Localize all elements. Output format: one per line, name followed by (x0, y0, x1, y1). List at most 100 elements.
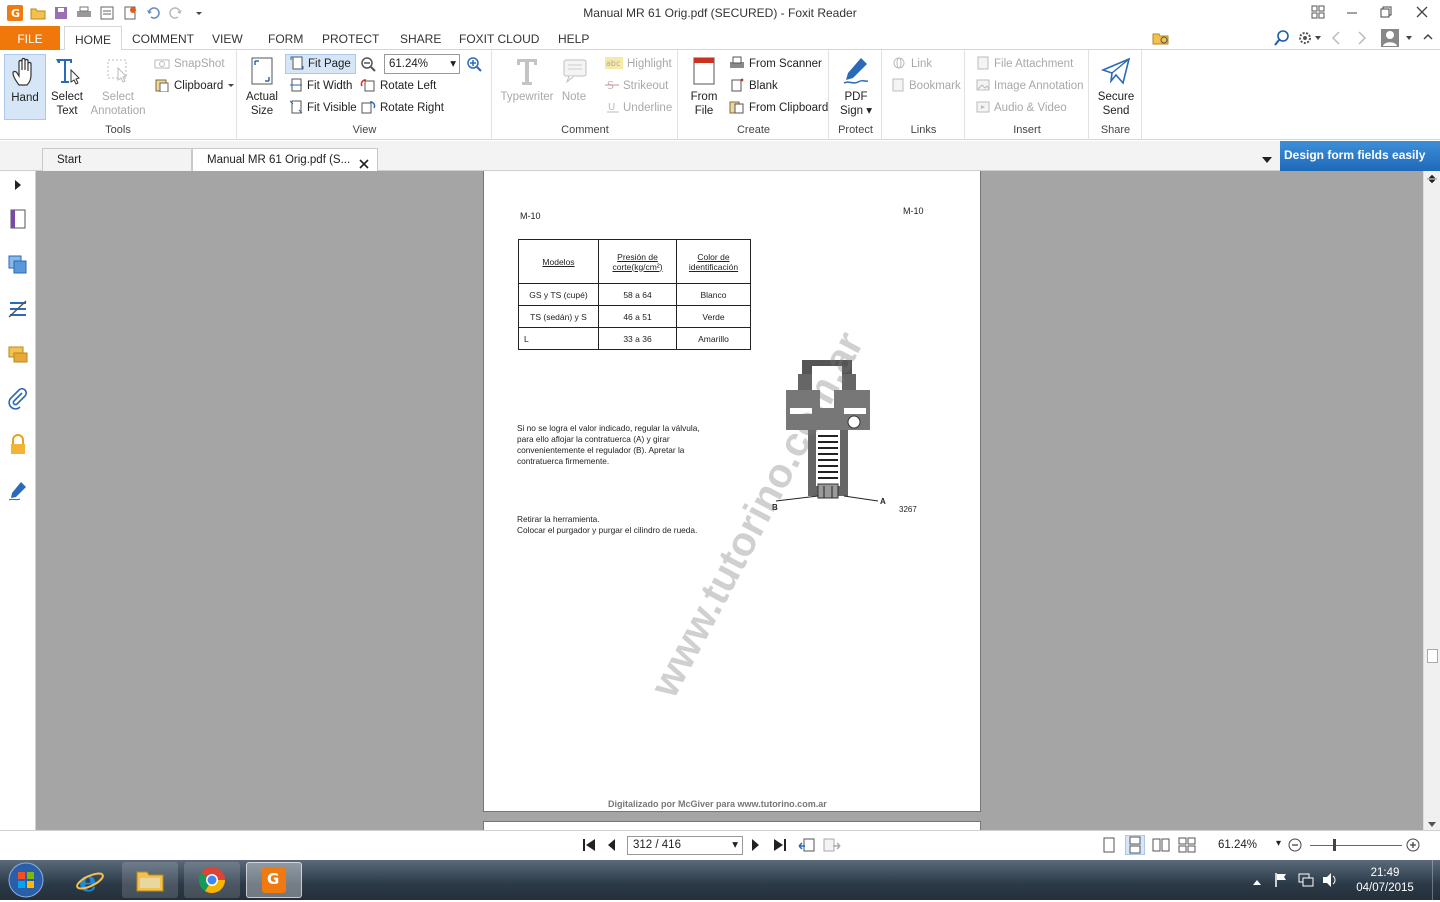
zoom-slider-thumb[interactable] (1333, 839, 1336, 851)
settings-gear-icon[interactable] (1298, 30, 1322, 49)
rotate-left-label: Rotate Left (380, 80, 437, 92)
volume-icon[interactable] (1322, 872, 1338, 891)
rotate-right-button[interactable]: Rotate Right (360, 98, 444, 118)
expand-panel-icon[interactable] (6, 173, 30, 197)
page-number-input[interactable]: 312 / 416 ▾ (627, 836, 743, 855)
audio-video-button[interactable]: Audio & Video (976, 98, 1067, 118)
tab-view[interactable]: VIEW (202, 26, 253, 50)
scroll-down-icon[interactable] (1428, 817, 1436, 831)
next-result-icon[interactable] (1356, 30, 1368, 49)
close-button[interactable] (1406, 2, 1438, 22)
scrollbar-thumb[interactable] (1427, 649, 1438, 663)
pdf-sign-button[interactable]: PDF Sign ▾ (836, 54, 876, 118)
strikeout-button[interactable]: S Strikeout (605, 76, 668, 96)
facing-page-icon[interactable] (1152, 837, 1170, 856)
from-scanner-button[interactable]: From Scanner (729, 54, 822, 74)
show-hidden-icons-icon[interactable] (1252, 875, 1262, 889)
blank-button[interactable]: Blank (729, 76, 778, 96)
typewriter-button[interactable]: Typewriter (499, 54, 555, 104)
highlight-button[interactable]: abc Highlight (605, 54, 672, 74)
next-page-icon[interactable] (750, 838, 760, 855)
restore-button[interactable] (1370, 2, 1402, 22)
zoom-percentage-dropdown-icon[interactable]: ▾ (1276, 838, 1281, 849)
last-page-icon[interactable] (773, 838, 787, 855)
next-view-icon[interactable] (823, 837, 841, 856)
select-text-label-2: Text (56, 105, 78, 117)
secure-send-button[interactable]: Secure Send (1094, 54, 1138, 118)
group-create: From File From Scanner Blank From Clipbo… (679, 50, 829, 140)
collapse-ribbon-icon[interactable] (1422, 31, 1434, 46)
actual-size-button[interactable]: Actual Size (244, 54, 280, 118)
ribbon-display-icon[interactable] (1302, 2, 1334, 22)
system-clock[interactable]: 21:49 04/07/2015 (1346, 866, 1424, 896)
fit-page-button[interactable]: Fit Page (285, 54, 356, 74)
tab-home[interactable]: HOME (64, 26, 122, 51)
document-viewer[interactable]: M-10 M-10 Modelos Presión de corte(kg/cm… (36, 171, 1423, 830)
underline-button[interactable]: U Underline (607, 98, 672, 118)
status-zoom-out-icon[interactable] (1288, 838, 1302, 855)
bookmark-button[interactable]: Bookmark (891, 76, 961, 96)
show-desktop-button[interactable] (1432, 860, 1440, 900)
user-account-icon[interactable] (1380, 28, 1414, 51)
vertical-scrollbar[interactable] (1423, 171, 1440, 830)
tab-list-dropdown-icon[interactable] (1262, 153, 1272, 167)
foxit-reader-taskbar-icon[interactable]: G (246, 862, 302, 898)
single-page-icon[interactable] (1102, 837, 1116, 856)
minimize-button[interactable] (1336, 2, 1368, 22)
from-clipboard-button[interactable]: From Clipboard (729, 98, 828, 118)
signature-panel-icon[interactable] (6, 479, 30, 503)
action-center-flag-icon[interactable] (1274, 872, 1288, 891)
tab-protect[interactable]: PROTECT (312, 26, 389, 50)
image-annotation-button[interactable]: Image Annotation (976, 76, 1084, 96)
chrome-icon[interactable] (184, 862, 240, 898)
rotate-left-button[interactable]: Rotate Left (360, 76, 436, 96)
tab-start[interactable]: Start (42, 148, 192, 171)
select-annotation-button[interactable]: Select Annotation (88, 54, 148, 118)
internet-explorer-icon[interactable]: e (62, 862, 118, 898)
previous-result-icon[interactable] (1330, 30, 1342, 49)
network-icon[interactable] (1298, 872, 1314, 891)
search-icon[interactable] (1274, 30, 1290, 49)
actual-size-label-1: Actual (246, 91, 278, 103)
find-folder-icon[interactable] (1152, 30, 1170, 49)
previous-view-icon[interactable] (798, 837, 816, 856)
layers-icon[interactable] (6, 253, 30, 277)
from-file-button[interactable]: From File (687, 54, 721, 118)
split-handle-icon[interactable] (1427, 173, 1437, 187)
zoom-in-icon[interactable] (466, 56, 482, 75)
clipboard-button[interactable]: Clipboard (154, 76, 235, 96)
image-icon (976, 78, 990, 95)
zoom-slider-track[interactable] (1310, 845, 1402, 846)
comments-panel-icon[interactable] (6, 343, 30, 367)
continuous-page-icon[interactable] (1125, 835, 1145, 855)
pages-icon[interactable] (6, 207, 30, 231)
attachments-panel-icon[interactable] (6, 387, 30, 411)
security-lock-icon[interactable] (6, 433, 30, 457)
fit-visible-button[interactable]: Fit Visible (289, 98, 357, 118)
start-button-icon[interactable] (6, 861, 46, 902)
tab-form[interactable]: FORM (258, 26, 313, 50)
tab-foxit-cloud[interactable]: FOXIT CLOUD (449, 26, 549, 50)
zoom-out-icon[interactable] (360, 56, 376, 75)
continuous-facing-icon[interactable] (1178, 837, 1196, 856)
bookmarks-panel-icon[interactable] (6, 297, 30, 321)
previous-page-icon[interactable] (607, 838, 617, 855)
link-button[interactable]: Link (891, 54, 932, 74)
first-page-icon[interactable] (582, 838, 596, 855)
snapshot-button[interactable]: SnapShot (154, 54, 225, 74)
file-attachment-button[interactable]: File Attachment (976, 54, 1073, 74)
zoom-select[interactable]: 61.24% ▾ (384, 54, 460, 74)
tab-document[interactable]: Manual MR 61 Orig.pdf (S... (192, 148, 378, 171)
note-button[interactable]: Note (559, 54, 589, 104)
tab-share[interactable]: SHARE (390, 26, 451, 50)
tab-help[interactable]: HELP (548, 26, 599, 50)
tab-comment[interactable]: COMMENT (122, 26, 204, 50)
status-zoom-in-icon[interactable] (1406, 838, 1420, 855)
tab-file[interactable]: FILE (0, 26, 60, 50)
promo-banner[interactable]: Design form fields easily (1280, 141, 1440, 171)
zoom-percentage[interactable]: 61.24% (1218, 839, 1257, 851)
fit-width-button[interactable]: Fit Width (289, 76, 352, 96)
select-text-button[interactable]: Select Text (48, 54, 86, 118)
hand-button[interactable]: Hand (4, 54, 46, 120)
file-explorer-icon[interactable] (122, 862, 178, 898)
